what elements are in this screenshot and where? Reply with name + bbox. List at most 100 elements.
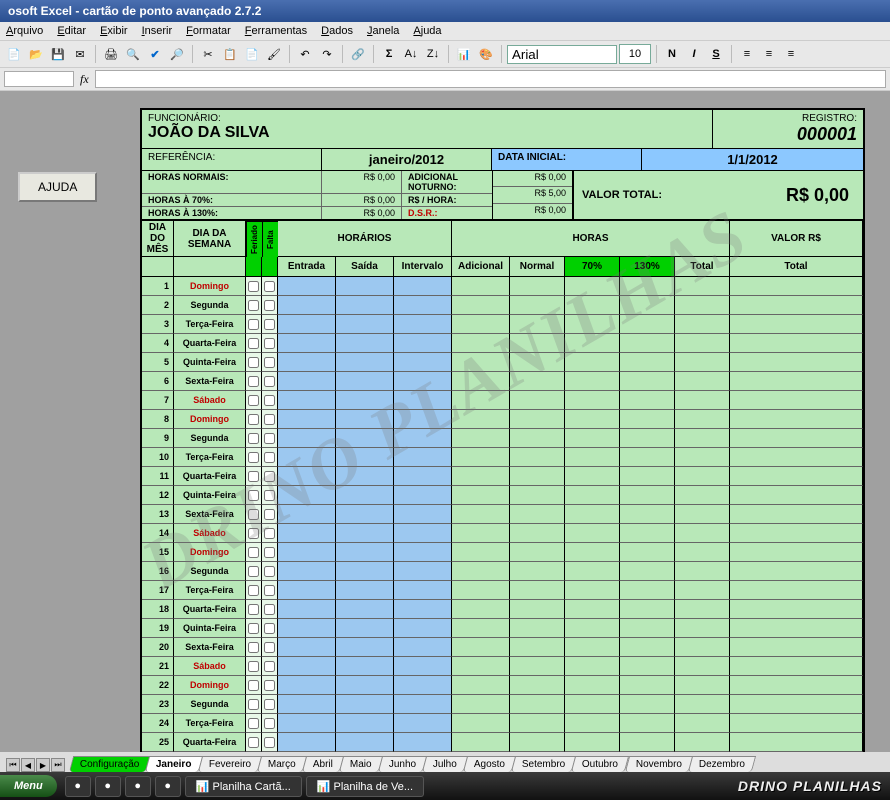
holiday-checkbox[interactable]	[248, 699, 259, 710]
menu-exibir[interactable]: Exibir	[100, 25, 128, 37]
cell-holiday[interactable]	[246, 619, 262, 638]
absence-checkbox[interactable]	[264, 452, 275, 463]
absence-checkbox[interactable]	[264, 281, 275, 292]
cell-absence[interactable]	[262, 486, 278, 505]
cell-absence[interactable]	[262, 334, 278, 353]
sheet-tab-fevereiro[interactable]: Fevereiro	[198, 756, 263, 772]
cell-entry[interactable]	[278, 448, 336, 467]
cell-absence[interactable]	[262, 429, 278, 448]
research-icon[interactable]: 🔎	[167, 44, 187, 64]
menu-editar[interactable]: Editar	[57, 25, 86, 37]
sheet-tab-janeiro[interactable]: Janeiro	[145, 756, 203, 772]
holiday-checkbox[interactable]	[248, 338, 259, 349]
cell-exit[interactable]	[336, 600, 394, 619]
cell-exit[interactable]	[336, 410, 394, 429]
cell-exit[interactable]	[336, 524, 394, 543]
fx-icon[interactable]: fx	[80, 72, 89, 87]
holiday-checkbox[interactable]	[248, 661, 259, 672]
cell-entry[interactable]	[278, 581, 336, 600]
cell-absence[interactable]	[262, 657, 278, 676]
absence-checkbox[interactable]	[264, 338, 275, 349]
cell-exit[interactable]	[336, 315, 394, 334]
cell-holiday[interactable]	[246, 600, 262, 619]
absence-checkbox[interactable]	[264, 395, 275, 406]
cell-interval[interactable]	[394, 543, 452, 562]
cell-exit[interactable]	[336, 448, 394, 467]
sum-icon[interactable]: Σ	[379, 44, 399, 64]
help-button[interactable]: AJUDA	[18, 172, 97, 202]
absence-checkbox[interactable]	[264, 376, 275, 387]
absence-checkbox[interactable]	[264, 642, 275, 653]
menu-ajuda[interactable]: Ajuda	[413, 25, 441, 37]
preview-icon[interactable]: 🔍	[123, 44, 143, 64]
cell-absence[interactable]	[262, 600, 278, 619]
holiday-checkbox[interactable]	[248, 376, 259, 387]
cell-interval[interactable]	[394, 353, 452, 372]
menu-arquivo[interactable]: Arquivo	[6, 25, 43, 37]
sheet-tab-outubro[interactable]: Outubro	[571, 756, 629, 772]
paste-icon[interactable]: 📄	[242, 44, 262, 64]
absence-checkbox[interactable]	[264, 661, 275, 672]
sort-desc-icon[interactable]: Z↓	[423, 44, 443, 64]
holiday-checkbox[interactable]	[248, 547, 259, 558]
spell-icon[interactable]: ✔	[145, 44, 165, 64]
cell-exit[interactable]	[336, 277, 394, 296]
cell-exit[interactable]	[336, 676, 394, 695]
cell-interval[interactable]	[394, 638, 452, 657]
cell-entry[interactable]	[278, 296, 336, 315]
link-icon[interactable]: 🔗	[348, 44, 368, 64]
cell-exit[interactable]	[336, 714, 394, 733]
cell-absence[interactable]	[262, 714, 278, 733]
cell-exit[interactable]	[336, 733, 394, 752]
menu-dados[interactable]: Dados	[321, 25, 353, 37]
sheet-tab-configuração[interactable]: Configuração	[69, 756, 151, 772]
sort-asc-icon[interactable]: A↓	[401, 44, 421, 64]
cell-holiday[interactable]	[246, 543, 262, 562]
cell-interval[interactable]	[394, 486, 452, 505]
taskbar-item[interactable]: ●	[65, 776, 91, 797]
holiday-checkbox[interactable]	[248, 452, 259, 463]
cell-entry[interactable]	[278, 676, 336, 695]
cell-holiday[interactable]	[246, 315, 262, 334]
cell-interval[interactable]	[394, 676, 452, 695]
holiday-checkbox[interactable]	[248, 281, 259, 292]
cell-exit[interactable]	[336, 638, 394, 657]
sheet-tab-dezembro[interactable]: Dezembro	[688, 756, 756, 772]
cell-interval[interactable]	[394, 581, 452, 600]
cell-reference-input[interactable]	[4, 71, 74, 87]
cell-holiday[interactable]	[246, 277, 262, 296]
cell-absence[interactable]	[262, 619, 278, 638]
taskbar-item[interactable]: ●	[95, 776, 121, 797]
holiday-checkbox[interactable]	[248, 357, 259, 368]
cell-holiday[interactable]	[246, 505, 262, 524]
save-icon[interactable]: 💾	[48, 44, 68, 64]
undo-icon[interactable]: ↶	[295, 44, 315, 64]
cell-interval[interactable]	[394, 296, 452, 315]
absence-checkbox[interactable]	[264, 490, 275, 501]
new-icon[interactable]: 📄	[4, 44, 24, 64]
sheet-tab-maio[interactable]: Maio	[339, 756, 383, 772]
cell-absence[interactable]	[262, 448, 278, 467]
cell-interval[interactable]	[394, 315, 452, 334]
absence-checkbox[interactable]	[264, 528, 275, 539]
holiday-checkbox[interactable]	[248, 718, 259, 729]
cell-entry[interactable]	[278, 543, 336, 562]
cell-entry[interactable]	[278, 372, 336, 391]
cell-interval[interactable]	[394, 714, 452, 733]
holiday-checkbox[interactable]	[248, 319, 259, 330]
cell-interval[interactable]	[394, 277, 452, 296]
menu-formatar[interactable]: Formatar	[186, 25, 231, 37]
absence-checkbox[interactable]	[264, 357, 275, 368]
absence-checkbox[interactable]	[264, 547, 275, 558]
tab-nav-first-icon[interactable]: ⏮	[6, 758, 20, 772]
cell-absence[interactable]	[262, 695, 278, 714]
absence-checkbox[interactable]	[264, 604, 275, 615]
redo-icon[interactable]: ↷	[317, 44, 337, 64]
italic-icon[interactable]: I	[684, 44, 704, 64]
cell-exit[interactable]	[336, 296, 394, 315]
drawing-icon[interactable]: 🎨	[476, 44, 496, 64]
cut-icon[interactable]: ✂	[198, 44, 218, 64]
cell-entry[interactable]	[278, 600, 336, 619]
cell-exit[interactable]	[336, 429, 394, 448]
cell-entry[interactable]	[278, 467, 336, 486]
